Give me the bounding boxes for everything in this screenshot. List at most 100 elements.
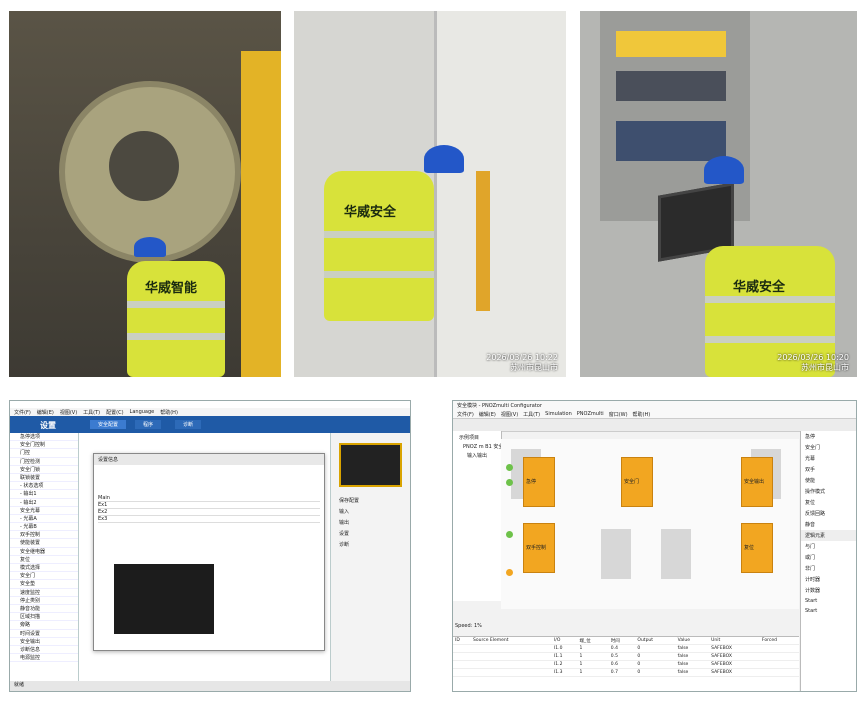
library-item[interactable]: 操作模式 [801,486,856,497]
sidebar: 急停选项 安全门控制 门控 门控检测 安全门锁 联锁装置 - 状态选项 - 输出… [10,433,79,681]
library-item[interactable]: 安全门 [801,442,856,453]
menu-item[interactable]: PNOZmulti [577,411,604,418]
table-row[interactable]: I1.0 1 0.4 0 false SAFEBOX [453,644,799,653]
sidebar-item[interactable]: 安全门锁 [10,466,78,474]
sidebar-item[interactable]: 静音功能 [10,605,78,614]
sidebar-item[interactable]: 电源监控 [10,654,78,663]
ribbon-button[interactable]: 程序 [135,420,162,429]
menu-item[interactable]: 视图(V) [501,411,518,418]
sidebar-item[interactable]: - 光幕B [10,523,78,532]
tree-item[interactable]: PNOZ m B1 安全控制器 [453,441,501,450]
sidebar-item[interactable]: 安全门控制 [10,441,78,450]
table-row[interactable]: I1.3 1 0.7 0 false SAFEBOX [453,668,799,677]
logic-block[interactable]: 安全门 [621,457,653,507]
input-dot [506,479,513,486]
sidebar-item[interactable]: 使能装置 [10,539,78,548]
library-item[interactable]: 使能 [801,475,856,486]
dialog-row: Ex2 [98,509,320,516]
cabinet-door [434,11,566,377]
library-item[interactable]: 复位 [801,497,856,508]
library-item[interactable]: 光幕 [801,453,856,464]
right-panel-item[interactable]: 输入 [339,508,402,515]
menu-item[interactable]: 视图(V) [60,409,77,416]
sidebar-item[interactable]: 安全继电器 [10,548,78,556]
dialog-title: 设置信息 [94,454,324,465]
table-row[interactable]: I1.2 1 0.6 0 false SAFEBOX [453,660,799,669]
sidebar-item[interactable]: - 输出2 [10,499,78,507]
logic-block[interactable]: 复位 [741,523,773,573]
menu-item[interactable]: Language [130,409,155,415]
right-panel-item[interactable]: 诊断 [339,541,402,548]
sidebar-item[interactable]: 安全垫 [10,580,78,589]
logic-block[interactable]: 急停 [523,457,555,507]
sidebar-item[interactable]: 诊断信息 [10,646,78,655]
table-header[interactable]: Value [675,637,710,645]
library-item[interactable]: 非门 [801,563,856,574]
relay-row-2 [616,71,726,101]
table-header[interactable]: ID [453,637,472,645]
tree-item[interactable]: 示例项目 [453,431,501,441]
sidebar-item[interactable]: 时间设置 [10,630,78,638]
menu-item[interactable]: Simulation [545,411,572,418]
sidebar-item[interactable]: 安全门 [10,572,78,581]
sidebar-item[interactable]: 安全光幕 [10,507,78,515]
table-header[interactable]: Forced [759,637,799,645]
ribbon-button[interactable]: 诊断 [175,420,202,429]
menu-item[interactable]: 编辑(E) [37,409,54,416]
logic-block[interactable]: 双手控制 [523,523,555,573]
library-item[interactable]: 反馈回路 [801,508,856,519]
menu-item[interactable]: 编辑(E) [479,411,496,418]
menu-item[interactable]: 文件(F) [14,409,31,416]
right-panel-item[interactable]: 设置 [339,530,402,537]
sidebar-item[interactable]: 安全输出 [10,638,78,646]
photo-molding-machine: 华威智能 [9,11,281,377]
ribbon-button[interactable]: 安全配置 [90,420,127,429]
library-item[interactable]: 计数器 [801,585,856,596]
sidebar-item[interactable]: 门控 [10,449,78,458]
menu-item[interactable]: 工具(T) [523,411,540,418]
library-item[interactable]: 逻辑元素 [801,530,856,541]
sidebar-item[interactable]: 旁路 [10,621,78,630]
library-item[interactable]: 或门 [801,552,856,563]
menu-item[interactable]: 帮助(H) [633,411,651,418]
table-header[interactable]: 端_位 [577,637,609,645]
table-header[interactable]: Output [635,637,676,645]
photo-control-cabinet: 华威安全 2026/03/26 10:20 苏州市昆山市 [580,11,857,377]
sidebar-item[interactable]: - 光幕A [10,515,78,524]
sidebar-item[interactable]: 模式选择 [10,564,78,573]
menu-item[interactable]: 帮助(H) [160,409,178,416]
table-header[interactable]: I/O [551,637,578,645]
tree-item[interactable]: 输入输出 [453,450,501,459]
right-panel-item[interactable]: 输出 [339,519,402,526]
sidebar-item[interactable]: 停止类别 [10,597,78,605]
table-header[interactable]: Unit [709,637,760,645]
sidebar-item[interactable]: 速度监控 [10,589,78,597]
logic-block[interactable]: 安全输出 [741,457,773,507]
table-header[interactable]: Source Element [471,637,552,645]
speed-control[interactable]: Speed: 1% [455,623,482,629]
logic-canvas[interactable]: 急停 安全门 安全输出 双手控制 复位 [501,439,799,609]
menu-item[interactable]: 文件(F) [457,411,474,418]
sidebar-item[interactable]: - 输出1 [10,490,78,499]
table-row[interactable]: I1.1 1 0.5 0 false SAFEBOX [453,652,799,661]
library-item[interactable]: 双手 [801,464,856,475]
sidebar-item[interactable]: 门控检测 [10,458,78,466]
library-item[interactable]: 与门 [801,541,856,552]
library-item[interactable]: 静音 [801,519,856,530]
library-item[interactable]: Start [801,596,856,606]
sidebar-item[interactable]: - 状态选项 [10,482,78,491]
sidebar-item[interactable]: 双手控制 [10,531,78,540]
right-panel-item[interactable]: 保存配置 [339,497,402,504]
sidebar-item[interactable]: 区域扫描 [10,613,78,622]
menu-item[interactable]: 配置(C) [106,409,123,416]
library-item[interactable]: Start [801,606,856,616]
sidebar-item[interactable]: 复位 [10,556,78,564]
library-item[interactable]: 计时器 [801,574,856,585]
menu-item[interactable]: 工具(T) [83,409,100,416]
sidebar-item[interactable]: 急停选项 [10,433,78,442]
menu-item[interactable]: 窗口(W) [609,411,628,418]
sidebar-item[interactable]: 联锁装置 [10,474,78,483]
settings-dialog: 设置信息 Main Ex1 Ex2 Ex3 [93,453,325,651]
library-item[interactable]: 急停 [801,431,856,442]
table-header[interactable]: 时间 [608,637,636,645]
